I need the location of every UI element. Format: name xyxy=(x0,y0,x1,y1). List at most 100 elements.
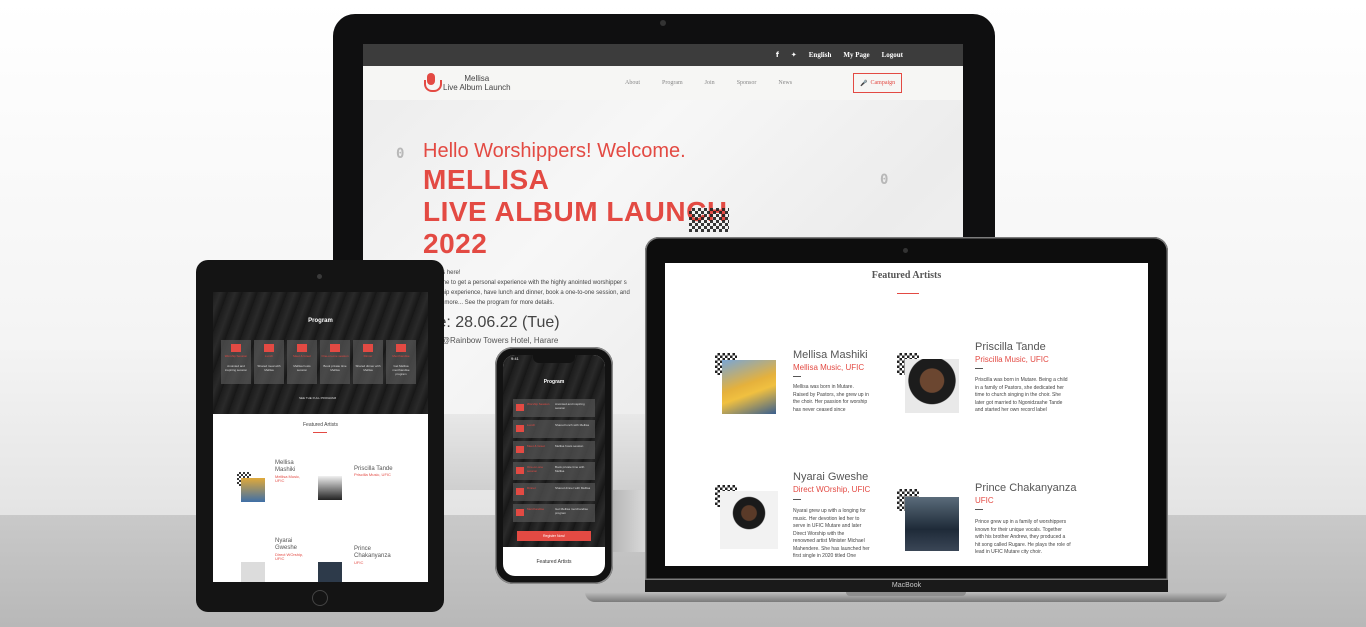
microphone-icon[interactable] xyxy=(423,73,442,93)
artist-photo xyxy=(241,562,265,582)
bag-icon xyxy=(516,509,524,516)
artist-role: UFIC xyxy=(975,496,994,505)
artist-bio: Mellisa was born in Mutare. Raised by Pas… xyxy=(793,384,869,413)
laptop-screen: Featured Artists Mellisa Mashiki Mellisa… xyxy=(665,263,1148,566)
program-card[interactable]: Merchandise Get Mellisa merchandise progr… xyxy=(386,340,416,384)
program-row-text: Book private time with Mellisa xyxy=(555,465,585,473)
program-row[interactable]: Merchandise Get Mellisa merchandise progr… xyxy=(513,504,595,522)
artist-photo xyxy=(318,562,342,582)
featured-artists-title: Featured Artists xyxy=(871,270,942,281)
logout-link[interactable]: Logout xyxy=(882,51,903,59)
artist-photo xyxy=(318,476,342,500)
artist-role: Direct WOrship, UFIC xyxy=(793,485,871,494)
phone-notch xyxy=(533,355,575,363)
artist-name: Prince Chakanyanza xyxy=(975,482,1077,494)
brand-line-1: Mellisa xyxy=(464,73,490,83)
home-button[interactable] xyxy=(312,590,328,606)
artist-role: UFIC xyxy=(354,560,364,565)
artist-name: Nyarai Gweshe xyxy=(275,538,298,551)
language-link[interactable]: English xyxy=(809,51,832,59)
laptop-brand-label: MacBook xyxy=(645,580,1168,592)
hero-title-line-1: MELLISA xyxy=(423,164,550,195)
program-row-label: Merchandise xyxy=(527,507,545,511)
campaign-label: Campaign xyxy=(870,80,896,86)
phone-device: Program Worship Session Anointed and insp… xyxy=(495,347,613,584)
artist-photo xyxy=(905,497,959,551)
program-card[interactable]: Meet & Greet Mellisa hosts session xyxy=(287,340,317,384)
brand-line-2: Live Album Launch xyxy=(443,83,511,92)
hero-text-2: e time to get a personal experience with… xyxy=(433,280,627,286)
utensils-icon xyxy=(516,425,524,432)
facebook-icon[interactable]: f xyxy=(776,51,779,59)
handshake-icon xyxy=(516,446,524,453)
divider xyxy=(793,499,801,500)
program-row-text: Shared lunch with Mellisa xyxy=(555,423,590,427)
divider xyxy=(975,509,983,510)
brand-logo[interactable]: Mellisa Live Album Launch xyxy=(443,74,511,92)
hero-title-line-2: LIVE ALBUM LAUNCH xyxy=(423,196,728,227)
artist-photo xyxy=(241,478,265,502)
hero-date: te: 28.06.22 (Tue) xyxy=(433,314,560,331)
hero-title-line-3: 2022 xyxy=(423,228,488,259)
twitter-icon[interactable]: ✦ xyxy=(791,51,797,59)
counter-right: 0 xyxy=(880,172,889,188)
phone-program-section: Program Worship Session Anointed and insp… xyxy=(503,355,605,547)
phone-featured-title: Featured Artists xyxy=(536,559,572,565)
program-row[interactable]: Meet & Greet Mellisa hosts session xyxy=(513,441,595,459)
my-page-link[interactable]: My Page xyxy=(843,51,869,59)
artist-photo xyxy=(905,359,959,413)
nav-about[interactable]: About xyxy=(625,80,640,86)
nav-news[interactable]: News xyxy=(778,80,792,86)
hero-greeting: Hello Worshippers! Welcome. xyxy=(423,140,686,162)
status-time: 9:41 xyxy=(511,356,519,361)
register-button[interactable]: Register Now! xyxy=(517,531,591,541)
divider xyxy=(313,432,327,433)
chat-icon xyxy=(516,404,524,411)
program-row[interactable]: Dinner Shared dinner with Mellisa xyxy=(513,483,595,501)
program-row-label: Worship Session xyxy=(527,402,550,406)
phone-program-title: Program xyxy=(543,379,565,385)
program-card-label: Worship Session xyxy=(224,354,248,358)
program-row-text: Get Mellisa merchandise program xyxy=(555,507,589,515)
program-card[interactable]: Dinner Shared dinner with Mellisa xyxy=(353,340,383,384)
artist-name: Mellisa Mashiki xyxy=(793,349,868,361)
top-bar: f ✦ English My Page Logout xyxy=(363,44,963,66)
hero-text-3: orship experience, have lunch and dinner… xyxy=(433,290,630,296)
nav-program[interactable]: Program xyxy=(662,80,683,86)
program-card-text: Shared meal with Mellisa xyxy=(257,364,281,372)
program-row[interactable]: Lunch Shared lunch with Mellisa xyxy=(513,420,595,438)
program-row-text: Mellisa hosts session xyxy=(555,444,584,448)
program-row[interactable]: Worship Session Anointed and inspiring se… xyxy=(513,399,595,417)
artist-name: Mellisa Mashiki xyxy=(275,460,296,473)
program-card[interactable]: Worship Session Anointed and inspiring se… xyxy=(221,340,251,384)
tablet-device: Program Worship Session Anointed and insp… xyxy=(196,260,444,612)
campaign-button[interactable]: 🎤 Campaign xyxy=(853,73,903,93)
bag-icon xyxy=(396,344,406,352)
nav-join[interactable]: Join xyxy=(705,80,715,86)
program-row-label: Dinner xyxy=(527,486,536,490)
nav-sponsor[interactable]: Sponsor xyxy=(737,80,757,86)
user-icon xyxy=(516,467,524,474)
dinner-icon xyxy=(363,344,373,352)
program-card-label: Lunch xyxy=(264,354,274,358)
program-card[interactable]: Lunch Shared meal with Mellisa xyxy=(254,340,284,384)
program-card[interactable]: One-on-one session Book private time Mell… xyxy=(320,340,350,384)
program-card-text: Shared dinner with Mellisa xyxy=(355,364,381,372)
phone-screen: Program Worship Session Anointed and insp… xyxy=(503,355,605,576)
program-row[interactable]: One-on-one session Book private time with… xyxy=(513,462,595,480)
hero-venue: e: @Rainbow Towers Hotel, Harare xyxy=(433,336,559,345)
program-card-label: Meet & Greet xyxy=(293,354,311,358)
program-card-text: Anointed and inspiring session xyxy=(224,364,248,372)
program-card-label: One-on-one session xyxy=(321,354,349,358)
program-row-label: Meet & Greet xyxy=(527,444,545,448)
program-row-text: Shared dinner with Mellisa xyxy=(555,486,591,490)
program-row-label: Lunch xyxy=(527,423,536,427)
artist-name: Nyarai Gweshe xyxy=(793,471,869,483)
tablet-program-note[interactable]: SEE THE FULL PROGRAM xyxy=(299,396,336,400)
laptop-notch xyxy=(846,592,966,596)
tablet-program-cards: Worship Session Anointed and inspiring se… xyxy=(221,340,416,384)
artist-photo xyxy=(720,491,778,549)
camera-icon xyxy=(903,248,908,253)
counter-left: 0 xyxy=(396,146,405,162)
camera-icon xyxy=(660,20,666,26)
